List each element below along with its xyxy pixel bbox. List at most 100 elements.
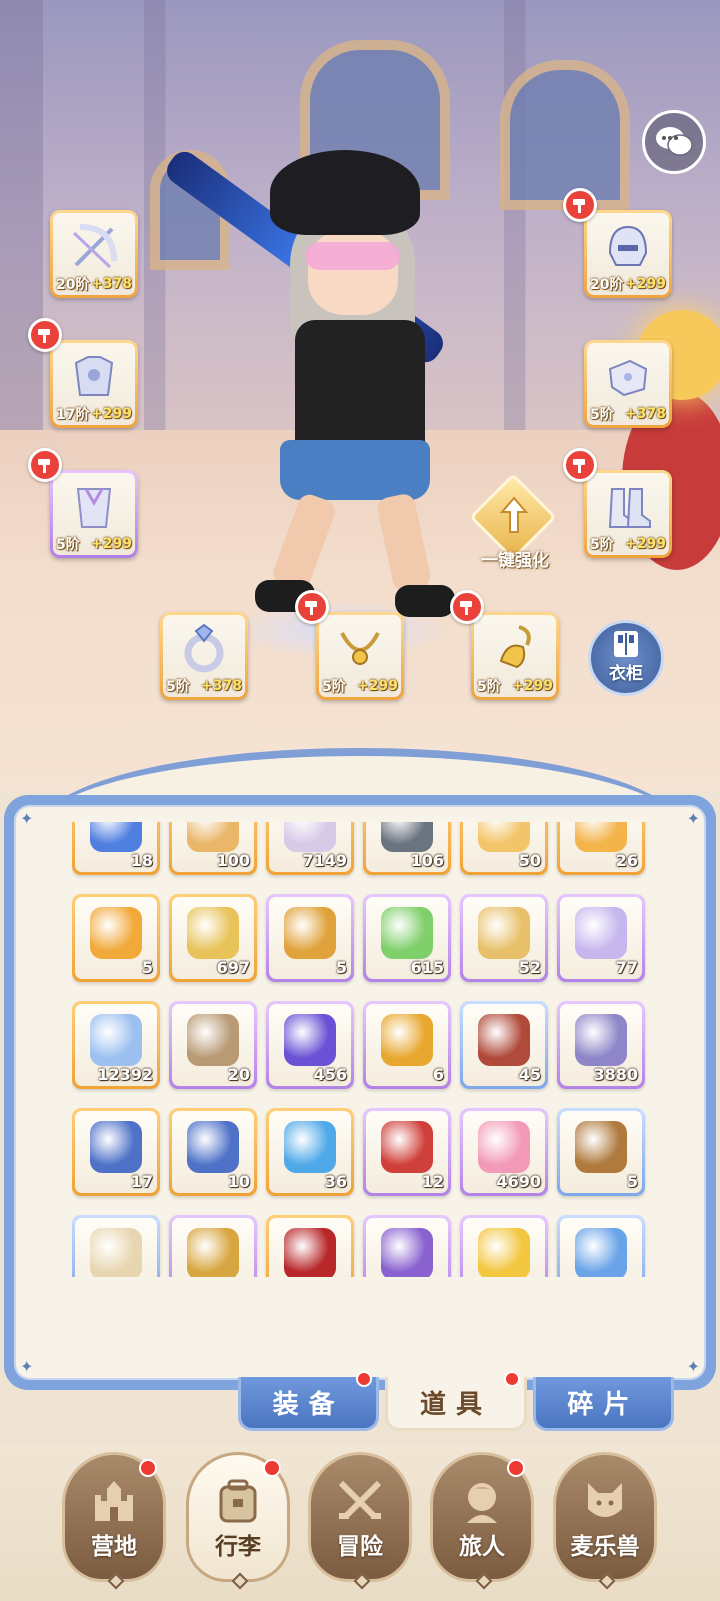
item-quantity: 5 — [141, 958, 153, 977]
inventory-item[interactable]: 5 — [266, 894, 354, 982]
inventory-item[interactable]: 5 — [557, 1108, 645, 1196]
upgrade-alert-badge[interactable] — [450, 590, 484, 624]
red-card-icon — [284, 1228, 336, 1277]
heart-coin-icon — [575, 1014, 627, 1067]
upgrade-alert-badge[interactable] — [563, 188, 597, 222]
inventory-item[interactable]: 4690 — [460, 1108, 548, 1196]
equip-slot-armor[interactable]: 17阶 +299 — [50, 340, 138, 428]
equip-slot-gloves[interactable]: 5阶 +378 — [584, 340, 672, 428]
inventory-item[interactable]: 697 — [169, 894, 257, 982]
player-character[interactable] — [161, 146, 500, 630]
armor-icon — [74, 356, 114, 397]
slot-tier: 20阶 — [590, 277, 624, 293]
nav-traveler[interactable]: 旅人 — [430, 1452, 534, 1590]
inventory-item[interactable]: 5 — [72, 894, 160, 982]
slot-tier: 5阶 — [590, 537, 614, 553]
nav-camp[interactable]: 营地 — [62, 1452, 166, 1590]
upgrade-alert-badge[interactable] — [563, 448, 597, 482]
notification-dot — [503, 1371, 520, 1387]
inventory-item[interactable]: 106 — [363, 822, 451, 875]
slot-bonus: +378 — [201, 678, 242, 694]
upgrade-alert-badge[interactable] — [295, 590, 329, 624]
tab-label: 碎片 — [567, 1390, 640, 1420]
equip-slot-boots[interactable]: 5阶 +299 — [584, 470, 672, 558]
inventory-item[interactable]: 13 — [557, 1215, 645, 1277]
background-window — [500, 60, 630, 210]
one-click-enhance-button[interactable]: 一键强化 — [466, 473, 562, 576]
equip-slot-amulet[interactable]: 5阶 +299 — [471, 612, 559, 700]
nav-label: 冒险 — [337, 1534, 383, 1560]
food-bag-icon — [187, 822, 239, 853]
inventory-item[interactable]: 615 — [363, 894, 451, 982]
tab-fragments[interactable]: 碎片 — [532, 1377, 674, 1431]
purple-crystal-icon — [284, 1014, 336, 1067]
inventory-item[interactable]: 92 — [72, 1215, 160, 1277]
item-quantity: 20 — [227, 1065, 250, 1084]
inventory-item[interactable]: 17 — [72, 1108, 160, 1196]
slot-bonus: +299 — [512, 678, 553, 694]
equip-slot-chest[interactable]: 5阶 +299 — [50, 470, 138, 558]
inventory-item[interactable]: 3 — [169, 1215, 257, 1277]
cookie-face-icon — [187, 1014, 239, 1067]
tab-equipment[interactable]: 装备 — [238, 1371, 380, 1431]
necklace-icon — [340, 632, 380, 666]
red-potion-icon — [381, 1121, 433, 1174]
chat-button[interactable] — [642, 110, 706, 174]
paw-print-icon — [478, 1121, 530, 1174]
hammer-icon — [573, 459, 585, 473]
inventory-item[interactable]: 100 — [169, 822, 257, 875]
gold-key-icon — [187, 1228, 239, 1277]
corner-star-icon: ✦ — [686, 809, 700, 828]
inventory-item[interactable]: 670 — [363, 1215, 451, 1277]
inventory-item[interactable]: 36 — [266, 1108, 354, 1196]
blue-gem-icon — [90, 822, 142, 853]
inventory-item[interactable]: 20 — [169, 1001, 257, 1089]
inventory-scroll-area[interactable]: 18 100 7149 106 50 26 5 697 5 615 52 77 12392 20 456 6 4… — [72, 822, 652, 1277]
inventory-item[interactable]: 45 — [460, 1001, 548, 1089]
inventory-item[interactable]: 52 — [460, 894, 548, 982]
upgrade-alert-badge[interactable] — [28, 448, 62, 482]
inventory-item[interactable]: 77 — [557, 894, 645, 982]
boots-icon — [608, 488, 651, 529]
chat-bubbles-icon — [656, 127, 693, 156]
inventory-item[interactable]: 26 — [557, 822, 645, 875]
equip-slot-necklace[interactable]: 5阶 +299 — [316, 612, 404, 700]
slot-bonus: +299 — [625, 536, 666, 552]
upgrade-alert-badge[interactable] — [28, 318, 62, 352]
inventory-item[interactable]: 18 — [72, 822, 160, 875]
equip-slot-helmet[interactable]: 20阶 +299 — [584, 210, 672, 298]
wardrobe-button[interactable]: 衣柜 — [588, 620, 664, 696]
helmet-icon — [608, 226, 648, 267]
ring-icon — [184, 624, 224, 673]
slot-bonus: +299 — [357, 678, 398, 694]
tab-items[interactable]: 道具 — [385, 1371, 527, 1431]
bow-icon — [72, 224, 117, 269]
rice-bowl-icon — [90, 1228, 142, 1277]
nav-merle-beast[interactable]: 麦乐兽 — [553, 1452, 657, 1590]
inventory-item[interactable]: 582 — [460, 1215, 548, 1277]
hammer-icon — [38, 329, 50, 343]
crossed-swords-icon — [338, 1480, 382, 1520]
inventory-item[interactable]: 50 — [460, 822, 548, 875]
nav-adventure[interactable]: 冒险 — [308, 1452, 412, 1590]
item-quantity: 5 — [335, 958, 347, 977]
item-quantity: 7149 — [302, 851, 347, 870]
inventory-item[interactable]: 10 — [169, 1108, 257, 1196]
corner-star-icon: ✦ — [686, 1357, 700, 1376]
inventory-item[interactable]: 12 — [363, 1108, 451, 1196]
slot-tier: 5阶 — [166, 679, 190, 695]
inventory-item[interactable]: 7149 — [266, 822, 354, 875]
equip-slot-ring[interactable]: 5阶 +378 — [160, 612, 248, 700]
inventory-grid: 18 100 7149 106 50 26 5 697 5 615 52 77 12392 20 456 6 4… — [72, 822, 645, 1277]
inventory-item[interactable]: 456 — [266, 1001, 354, 1089]
equip-slot-bow[interactable]: 20阶 +378 — [50, 210, 138, 298]
corner-star-icon: ✦ — [20, 1357, 34, 1376]
inventory-item[interactable]: 3880 — [557, 1001, 645, 1089]
inventory-item[interactable]: 12392 — [72, 1001, 160, 1089]
tab-label: 道具 — [419, 1390, 492, 1420]
inventory-item[interactable]: 6 — [363, 1001, 451, 1089]
nav-luggage[interactable]: 行李 — [186, 1452, 290, 1590]
enhance-label: 一键强化 — [481, 551, 549, 571]
flower-icon — [575, 822, 627, 853]
inventory-item[interactable]: 98 — [266, 1215, 354, 1277]
